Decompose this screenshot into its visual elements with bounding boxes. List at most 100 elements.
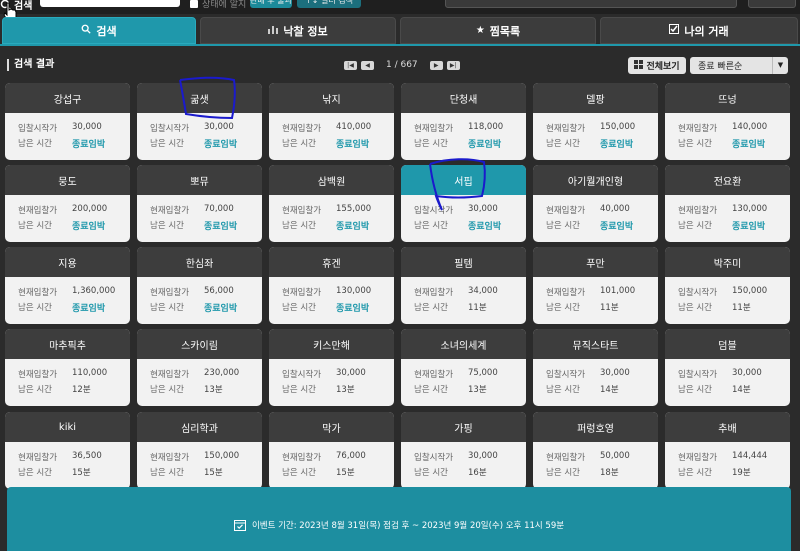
auction-card[interactable]: 한심좌 현재입찰가 56,000 남은 시간 종료임박 <box>137 247 262 324</box>
auction-card[interactable]: 뮤직스타트 입찰시작가 30,000 남은 시간 14분 <box>533 329 658 406</box>
card-time-label: 남은 시간 <box>546 385 580 395</box>
card-time-row: 남은 시간 종료임박 <box>546 137 633 150</box>
card-time-value: 종료임박 <box>732 140 766 150</box>
card-time-row: 남은 시간 18분 <box>546 466 619 478</box>
card-time-value: 13분 <box>336 385 355 395</box>
auction-card[interactable]: 추배 현재입찰가 144,444 남은 시간 19분 <box>665 412 790 489</box>
tab-auction-info[interactable]: 낙찰 정보 <box>200 17 396 44</box>
card-price-row: 현재입찰가 1,360,000 <box>18 286 115 298</box>
top-right-button[interactable] <box>748 0 796 8</box>
card-price-value: 34,000 <box>468 286 498 296</box>
search-icon <box>81 24 92 37</box>
card-title: 가핑 <box>401 412 526 442</box>
card-time-label: 남은 시간 <box>18 468 52 478</box>
auction-card[interactable]: 서핍 입찰시작가 30,000 남은 시간 종료임박 <box>401 165 526 242</box>
card-time-value: 종료임박 <box>336 140 370 150</box>
card-price-row: 현재입찰가 140,000 <box>678 122 767 134</box>
auction-card[interactable]: 삼백원 현재입찰가 155,000 남은 시간 종료임박 <box>269 165 394 242</box>
card-title: 뽀뮤 <box>137 165 262 195</box>
card-price-row: 현재입찰가 70,000 <box>150 204 234 216</box>
auction-card[interactable]: kiki 현재입찰가 36,500 남은 시간 15분 <box>5 412 130 489</box>
card-time-value: 14분 <box>600 385 619 395</box>
card-price-value: 36,500 <box>72 451 102 461</box>
auction-card[interactable]: 필템 현재입찰가 34,000 남은 시간 11분 <box>401 247 526 324</box>
card-price-value: 110,000 <box>72 368 108 378</box>
tab-search[interactable]: 검색 <box>2 17 196 44</box>
card-price-label: 현재입찰가 <box>414 124 454 134</box>
auction-card[interactable]: 전요환 현재입찰가 130,000 남은 시간 종료임박 <box>665 165 790 242</box>
top-checkbox[interactable] <box>190 0 198 8</box>
card-time-row: 남은 시간 종료임박 <box>414 219 501 232</box>
auction-card[interactable]: 푸만 현재입찰가 101,000 남은 시간 11분 <box>533 247 658 324</box>
card-price-label: 입찰시작가 <box>282 370 322 380</box>
card-time-label: 남은 시간 <box>18 221 52 231</box>
grid-icon <box>634 59 644 72</box>
top-search-input[interactable] <box>40 0 180 7</box>
card-time-value: 14분 <box>732 385 751 395</box>
top-sort-button[interactable]: ↑↓ 필터 검색 <box>297 0 361 8</box>
first-page-button[interactable]: |◀ <box>344 60 357 70</box>
card-price-value: 1,360,000 <box>72 286 116 296</box>
event-banner: 이벤트 기간: 2023년 8월 31일(목) 점검 후 ~ 2023년 9월 … <box>7 487 791 551</box>
auction-card[interactable]: 소녀의세계 현재입찰가 75,000 남은 시간 13분 <box>401 329 526 406</box>
card-price-label: 현재입찰가 <box>150 370 190 380</box>
card-price-label: 입찰시작가 <box>414 453 454 463</box>
card-price-row: 현재입찰가 130,000 <box>678 204 767 216</box>
card-price-value: 150,000 <box>600 122 636 132</box>
auction-card[interactable]: 마추픽추 현재입찰가 110,000 남은 시간 12분 <box>5 329 130 406</box>
top-filter-button[interactable]: 판매 후 불과 <box>250 0 292 8</box>
card-title: 박주미 <box>665 247 790 277</box>
card-price-value: 230,000 <box>204 368 240 378</box>
card-price-value: 30,000 <box>204 122 234 132</box>
view-all-button[interactable]: 전체보기 <box>628 57 686 74</box>
card-time-value: 종료임박 <box>204 304 238 314</box>
card-price-value: 130,000 <box>732 204 768 214</box>
auction-card[interactable]: 퍼렁호영 현재입찰가 50,000 남은 시간 18분 <box>533 412 658 489</box>
auction-card[interactable]: 박주미 입찰시작가 150,000 남은 시간 11분 <box>665 247 790 324</box>
auction-card[interactable]: 막가 현재입찰가 76,000 남은 시간 15분 <box>269 412 394 489</box>
card-title: 서핍 <box>401 165 526 195</box>
card-time-row: 남은 시간 종료임박 <box>150 219 237 232</box>
last-page-button[interactable]: ▶| <box>446 60 460 70</box>
auction-card[interactable]: 휴겐 현재입찰가 130,000 남은 시간 종료임박 <box>269 247 394 324</box>
auction-card[interactable]: 단청새 현재입찰가 118,000 남은 시간 종료임박 <box>401 83 526 160</box>
auction-card[interactable]: 뭉도 현재입찰가 200,000 남은 시간 종료임박 <box>5 165 130 242</box>
auction-card[interactable]: 심리학과 현재입찰가 150,000 남은 시간 15분 <box>137 412 262 489</box>
auction-card[interactable]: 키스만해 입찰시작가 30,000 남은 시간 13분 <box>269 329 394 406</box>
auction-card[interactable]: 덤블 입찰시작가 30,000 남은 시간 14분 <box>665 329 790 406</box>
card-title: 필템 <box>401 247 526 277</box>
card-price-label: 현재입찰가 <box>546 288 586 298</box>
card-price-value: 30,000 <box>468 451 498 461</box>
card-time-row: 남은 시간 13분 <box>150 383 223 395</box>
top-field[interactable] <box>445 0 737 8</box>
auction-card[interactable]: 굶샛 입찰시작가 30,000 남은 시간 종료임박 <box>137 83 262 160</box>
tab-underline <box>0 44 800 46</box>
auction-card[interactable]: 강섭구 입찰시작가 30,000 남은 시간 종료임박 <box>5 83 130 160</box>
top-checkbox-label: 상태에 알지 <box>202 0 247 10</box>
card-time-value: 15분 <box>204 468 223 478</box>
auction-card[interactable]: 지용 현재입찰가 1,360,000 남은 시간 종료임박 <box>5 247 130 324</box>
card-price-value: 30,000 <box>600 368 630 378</box>
tab-wishlist[interactable]: ★ 찜목록 <box>400 17 596 44</box>
auction-card[interactable]: 뜨넝 현재입찰가 140,000 남은 시간 종료임박 <box>665 83 790 160</box>
auction-card[interactable]: 가핑 입찰시작가 30,000 남은 시간 16분 <box>401 412 526 489</box>
auction-card[interactable]: 델팡 현재입찰가 150,000 남은 시간 종료임박 <box>533 83 658 160</box>
card-title: 마추픽추 <box>5 329 130 359</box>
auction-card[interactable]: 낚지 현재입찰가 410,000 남은 시간 종료임박 <box>269 83 394 160</box>
card-price-row: 입찰시작가 30,000 <box>414 451 498 463</box>
card-time-value: 종료임박 <box>468 140 502 150</box>
card-title: 심리학과 <box>137 412 262 442</box>
auction-card[interactable]: 아기뭘개인형 현재입찰가 40,000 남은 시간 종료임박 <box>533 165 658 242</box>
next-page-button[interactable]: ▶ <box>429 60 443 70</box>
card-price-row: 입찰시작가 30,000 <box>678 368 762 380</box>
auction-card[interactable]: 뽀뮤현재입찰가 70,000 남은 시간 종료임박 <box>137 165 262 242</box>
prev-page-button[interactable]: ◀ <box>361 60 374 70</box>
card-title: 휴겐 <box>269 247 394 277</box>
auction-card[interactable]: 스카이림 현재입찰가 230,000 남은 시간 13분 <box>137 329 262 406</box>
card-price-value: 150,000 <box>204 451 240 461</box>
card-price-value: 30,000 <box>732 368 762 378</box>
card-price-label: 현재입찰가 <box>150 288 190 298</box>
sort-select[interactable]: 종료 빠른순 ▼ <box>690 57 788 74</box>
tab-my-trades[interactable]: 나의 거래 <box>600 17 798 44</box>
card-price-label: 현재입찰가 <box>678 453 718 463</box>
